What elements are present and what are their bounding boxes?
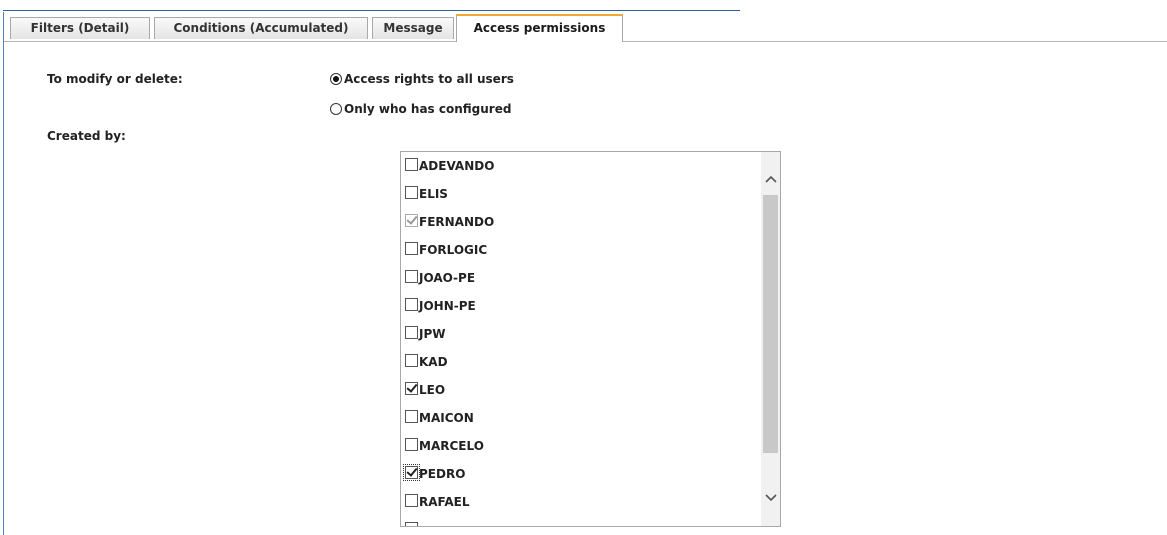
user-checkbox[interactable]	[405, 241, 418, 255]
user-name-label: JOAO-PE	[419, 271, 476, 285]
user-checkbox[interactable]	[405, 325, 418, 339]
user-checkbox[interactable]	[405, 269, 418, 283]
radio-only-configurer-label: Only who has configured	[344, 102, 512, 116]
created-by-label: Created by:	[47, 129, 126, 143]
user-list-item[interactable]: JPW	[405, 324, 446, 344]
user-checkbox[interactable]	[405, 353, 418, 367]
radio-all-users-label: Access rights to all users	[344, 72, 514, 86]
user-name-label: MAICON	[419, 411, 474, 425]
user-name-label: ELIS	[419, 187, 448, 201]
user-name-label: RAFAEL	[419, 495, 470, 509]
user-list-item[interactable]: ADEVANDO	[405, 156, 494, 176]
user-name-label: KAD	[419, 355, 448, 369]
radio-button-icon[interactable]	[330, 103, 342, 115]
window-left-border	[3, 12, 4, 535]
scrollbar-thumb[interactable]	[763, 195, 778, 453]
user-list-item[interactable]: PEDRO	[403, 463, 466, 484]
user-name-label: JPW	[419, 327, 446, 341]
user-list-item[interactable]: RAFAEL	[405, 492, 469, 512]
user-name-label: ADEVANDO	[419, 159, 495, 173]
user-checkbox[interactable]	[405, 521, 418, 526]
list-scrollbar[interactable]	[761, 152, 780, 526]
user-list-item[interactable]: JOHN-PE	[405, 296, 476, 316]
user-name-label: JOHN-PE	[419, 299, 476, 313]
chevron-up-icon[interactable]	[761, 170, 780, 190]
window-top-border	[3, 10, 740, 11]
user-checkbox[interactable]	[405, 493, 418, 507]
user-list-item[interactable]: MAICON	[405, 408, 474, 428]
user-name-label: FERNANDO	[419, 215, 495, 229]
user-name-label: MARCELO	[419, 439, 484, 453]
tab-message[interactable]: Message	[372, 17, 454, 39]
user-list-item[interactable]: LEO	[405, 380, 445, 400]
user-name-label: LEO	[419, 383, 446, 397]
user-list-item[interactable]: ELIS	[405, 184, 448, 204]
radio-only-configurer[interactable]: Only who has configured	[330, 102, 511, 116]
modify-delete-label: To modify or delete:	[47, 72, 183, 86]
tab-conditions-accumulated[interactable]: Conditions (Accumulated)	[154, 17, 368, 39]
user-list-item[interactable]: JOAO-PE	[405, 268, 475, 288]
user-checkbox[interactable]	[405, 409, 418, 423]
user-name-label: FORLOGIC	[419, 243, 488, 257]
user-list-item[interactable]: FORLOGIC	[405, 240, 487, 260]
tab-access-permissions[interactable]: Access permissions	[456, 14, 623, 42]
tab-bar: Filters (Detail) Conditions (Accumulated…	[4, 13, 1167, 42]
user-list-item[interactable]: FERNANDO	[405, 212, 494, 232]
user-list-item[interactable]: MARCELO	[405, 436, 484, 456]
user-list-item[interactable]	[405, 520, 419, 526]
user-checkbox[interactable]	[405, 297, 418, 311]
created-by-user-list[interactable]: ADEVANDO ELIS FERNANDO FORLOGIC JOAO-PE JOHN-…	[400, 151, 781, 527]
user-list-item[interactable]: KAD	[405, 352, 448, 372]
user-checkbox[interactable]	[405, 437, 418, 451]
radio-all-users[interactable]: Access rights to all users	[330, 72, 514, 86]
tab-filters-detail[interactable]: Filters (Detail)	[10, 17, 150, 39]
user-checkbox	[405, 213, 418, 227]
radio-button-selected-icon[interactable]	[330, 73, 342, 85]
user-checkbox[interactable]	[405, 185, 418, 199]
user-checkbox[interactable]	[405, 157, 418, 171]
user-name-label: PEDRO	[419, 467, 466, 481]
user-checkbox[interactable]	[405, 381, 418, 395]
chevron-down-icon[interactable]	[761, 489, 780, 509]
user-checkbox[interactable]	[403, 463, 420, 481]
